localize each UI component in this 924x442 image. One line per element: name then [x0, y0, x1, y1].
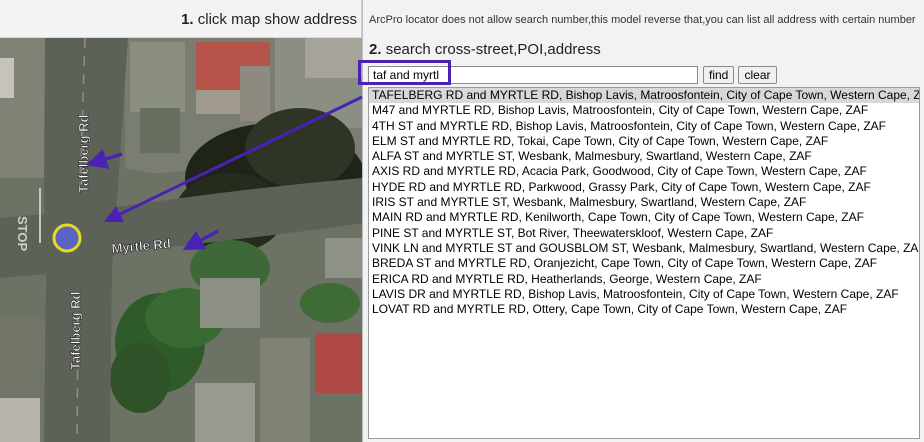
step1-number: 1.: [181, 11, 194, 28]
map-instruction-header: 1. click map show address: [0, 0, 362, 38]
step2-number: 2.: [369, 41, 382, 58]
step1-label: 1. click map show address: [181, 11, 357, 28]
step2-text: search cross-street,POI,address: [385, 41, 601, 58]
step1-text: click map show address: [197, 11, 357, 28]
result-item[interactable]: HYDE RD and MYRTLE RD, Parkwood, Grassy …: [369, 180, 919, 195]
result-item[interactable]: LAVIS DR and MYRTLE RD, Bishop Lavis, Ma…: [369, 287, 919, 302]
result-item[interactable]: ELM ST and MYRTLE RD, Tokai, Cape Town, …: [369, 134, 919, 149]
stop-road-marking: STOP: [15, 216, 30, 251]
result-item[interactable]: M47 and MYRTLE RD, Bishop Lavis, Matroos…: [369, 103, 919, 118]
result-item[interactable]: AXIS RD and MYRTLE RD, Acacia Park, Good…: [369, 164, 919, 179]
result-item[interactable]: ALFA ST and MYRTLE ST, Wesbank, Malmesbu…: [369, 149, 919, 164]
road-label: Tafelberg Rd: [76, 114, 91, 193]
search-input[interactable]: [368, 66, 698, 84]
result-item[interactable]: LOVAT RD and MYRTLE RD, Ottery, Cape Tow…: [369, 302, 919, 317]
result-item[interactable]: PINE ST and MYRTLE ST, Bot River, Theewa…: [369, 226, 919, 241]
step2-label: 2. search cross-street,POI,address: [369, 41, 601, 58]
results-listbox[interactable]: TAFELBERG RD and MYRTLE RD, Bishop Lavis…: [368, 87, 920, 439]
aerial-map[interactable]: STOP Tafelberg Rd Tafelberg Rd Myrtle Rd: [0, 38, 362, 442]
clear-button[interactable]: clear: [738, 66, 777, 84]
find-button[interactable]: find: [703, 66, 734, 84]
search-panel: ArcPro locator does not allow search num…: [358, 0, 924, 442]
building-roof: [315, 333, 362, 393]
result-item[interactable]: BREDA ST and MYRTLE RD, Oranjezicht, Cap…: [369, 256, 919, 271]
result-item[interactable]: MAIN RD and MYRTLE RD, Kenilworth, Cape …: [369, 210, 919, 225]
result-item[interactable]: ERICA RD and MYRTLE RD, Heatherlands, Ge…: [369, 272, 919, 287]
result-item[interactable]: IRIS ST and MYRTLE ST, Wesbank, Malmesbu…: [369, 195, 919, 210]
result-item[interactable]: VINK LN and MYRTLE ST and GOUSBLOM ST, W…: [369, 241, 919, 256]
result-item[interactable]: 4TH ST and MYRTLE RD, Bishop Lavis, Matr…: [369, 119, 919, 134]
locator-note: ArcPro locator does not allow search num…: [369, 14, 916, 26]
result-item[interactable]: TAFELBERG RD and MYRTLE RD, Bishop Lavis…: [369, 88, 919, 104]
location-marker-icon[interactable]: [52, 223, 82, 253]
road-label: Tafelberg Rd: [68, 291, 83, 370]
